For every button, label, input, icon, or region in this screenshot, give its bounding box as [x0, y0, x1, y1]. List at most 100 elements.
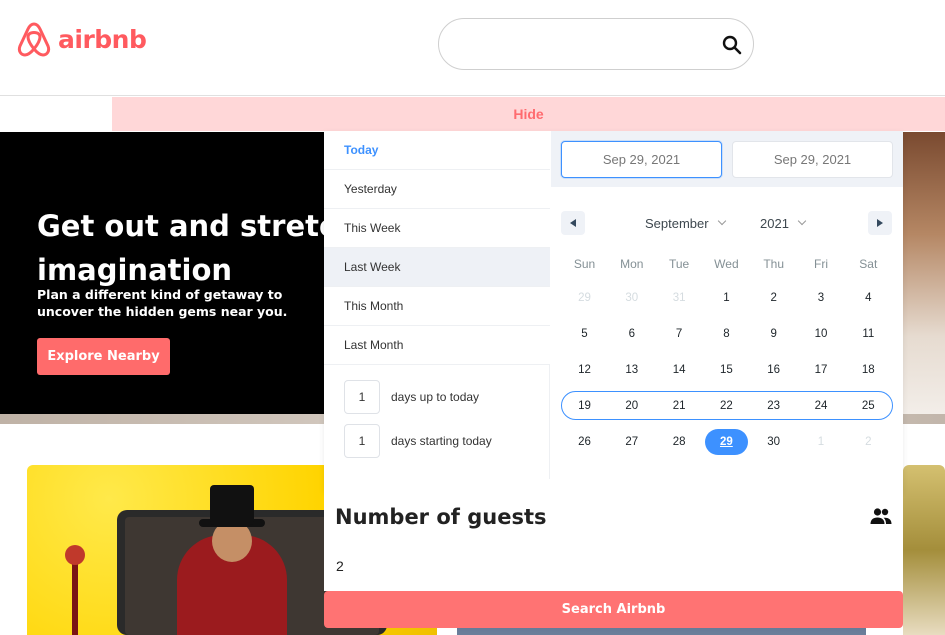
calendar-day-number: 10: [814, 328, 828, 340]
calendar-day[interactable]: 5: [561, 319, 608, 349]
defined-ranges: Today Yesterday This Week Last Week This…: [324, 131, 550, 479]
calendar-day-number: 2: [770, 292, 777, 304]
range-last-week[interactable]: Last Week: [324, 248, 550, 287]
brand-logo[interactable]: airbnb: [16, 20, 147, 58]
calendar-day[interactable]: 18: [845, 355, 892, 385]
calendar-day-number: 30: [767, 436, 781, 448]
days-up-to-today-label: days up to today: [391, 390, 480, 404]
calendar-day[interactable]: 30: [608, 283, 655, 313]
cane-top-image: [65, 545, 85, 565]
calendar-day[interactable]: 2: [750, 283, 797, 313]
calendar-day-number: 23: [767, 400, 781, 412]
hide-button[interactable]: Hide: [112, 97, 945, 131]
calendar-day[interactable]: 19: [561, 391, 608, 421]
calendar-day[interactable]: 24: [798, 391, 845, 421]
chevron-down-icon: [717, 216, 726, 226]
calendar-day[interactable]: 17: [798, 355, 845, 385]
guests-input[interactable]: [336, 554, 876, 578]
calendar-day[interactable]: 1: [703, 283, 750, 313]
calendar-day-number: 25: [861, 400, 875, 412]
calendar-day-number: 27: [625, 436, 639, 448]
range-last-month[interactable]: Last Month: [324, 326, 550, 365]
calendar-day[interactable]: 8: [703, 319, 750, 349]
calendar-day[interactable]: 29: [561, 283, 608, 313]
chevron-left-icon: [570, 219, 576, 227]
calendar-day-number: 2: [865, 436, 872, 448]
prev-month-button[interactable]: [561, 211, 585, 235]
weekday-label: Tue: [668, 257, 690, 271]
weekday-label: Thu: [763, 257, 785, 271]
search-box[interactable]: [438, 18, 754, 70]
chevron-down-icon: [797, 216, 807, 226]
range-today[interactable]: Today: [324, 131, 550, 170]
calendar-day[interactable]: 13: [608, 355, 655, 385]
calendar-day[interactable]: 1: [798, 427, 845, 457]
input-range-starting-today: days starting today: [344, 424, 544, 458]
explore-nearby-button[interactable]: Explore Nearby: [37, 338, 170, 375]
calendar-day-number: 29: [704, 429, 748, 455]
end-date-field[interactable]: Sep 29, 2021: [732, 141, 893, 178]
calendar-day-number: 1: [817, 436, 825, 448]
calendar-day-number: 20: [625, 400, 639, 412]
range-this-week[interactable]: This Week: [324, 209, 550, 248]
calendar-day[interactable]: 3: [798, 283, 845, 313]
days-starting-today-input[interactable]: [344, 424, 380, 458]
calendar-day-number: 30: [625, 292, 639, 304]
calendar-day[interactable]: 21: [656, 391, 703, 421]
calendar-day[interactable]: 9: [750, 319, 797, 349]
calendar-day-number: 28: [672, 436, 686, 448]
calendar-day-number: 16: [767, 364, 781, 376]
experience-card-outdoor[interactable]: [903, 465, 945, 635]
calendar-day[interactable]: 26: [561, 427, 608, 457]
calendar-day[interactable]: 2: [845, 427, 892, 457]
calendar-day[interactable]: 12: [561, 355, 608, 385]
calendar-day-number: 26: [578, 436, 591, 448]
calendar-day-number: 18: [861, 364, 875, 376]
calendar-day-number: 3: [817, 292, 825, 304]
calendar-day[interactable]: 16: [750, 355, 797, 385]
calendar-day[interactable]: 10: [798, 319, 845, 349]
cane-image: [72, 555, 78, 635]
weekday-label: Sat: [859, 257, 878, 271]
calendar-day-number: 4: [865, 292, 872, 304]
brand-name: airbnb: [58, 24, 147, 54]
calendar-day[interactable]: 28: [656, 427, 703, 457]
weekday-label: Wed: [714, 257, 739, 271]
calendar-day-number: 17: [814, 364, 828, 376]
search-airbnb-button[interactable]: Search Airbnb: [324, 591, 903, 628]
days-up-to-today-input[interactable]: [344, 380, 380, 414]
calendar-day[interactable]: 31: [656, 283, 703, 313]
start-date-field[interactable]: Sep 29, 2021: [561, 141, 722, 178]
weekday-label: Mon: [620, 257, 644, 271]
calendar-day-number: 12: [578, 364, 591, 376]
calendar: Sep 29, 2021 Sep 29, 2021 September 2021…: [551, 131, 903, 479]
hero-subtitle: Plan a different kind of getaway to unco…: [37, 287, 288, 319]
search-input[interactable]: [459, 31, 709, 57]
year-select[interactable]: 2021: [760, 213, 807, 233]
next-month-button[interactable]: [868, 211, 892, 235]
range-yesterday[interactable]: Yesterday: [324, 170, 550, 209]
calendar-day[interactable]: 22: [703, 391, 750, 421]
calendar-day-number: 22: [719, 400, 733, 412]
calendar-day[interactable]: 27: [608, 427, 655, 457]
calendar-day[interactable]: 20: [608, 391, 655, 421]
airbnb-belo-icon: [17, 22, 51, 57]
calendar-day[interactable]: 14: [656, 355, 703, 385]
guests-section: Number of guests: [324, 491, 903, 591]
month-select[interactable]: September: [645, 213, 726, 233]
search-icon[interactable]: [721, 34, 743, 56]
calendar-day-number: 9: [770, 328, 777, 340]
calendar-day[interactable]: 6: [608, 319, 655, 349]
calendar-day[interactable]: 30: [750, 427, 797, 457]
calendar-day[interactable]: 25: [845, 391, 892, 421]
range-this-month[interactable]: This Month: [324, 287, 550, 326]
calendar-day[interactable]: 23: [750, 391, 797, 421]
weekday-label: Sun: [573, 257, 596, 271]
calendar-day-selected[interactable]: 29: [703, 427, 750, 457]
calendar-day[interactable]: 11: [845, 319, 892, 349]
year-select-value: 2021: [760, 215, 789, 231]
calendar-day-number: 1: [723, 292, 730, 304]
calendar-day[interactable]: 7: [656, 319, 703, 349]
calendar-day[interactable]: 15: [703, 355, 750, 385]
calendar-day[interactable]: 4: [845, 283, 892, 313]
